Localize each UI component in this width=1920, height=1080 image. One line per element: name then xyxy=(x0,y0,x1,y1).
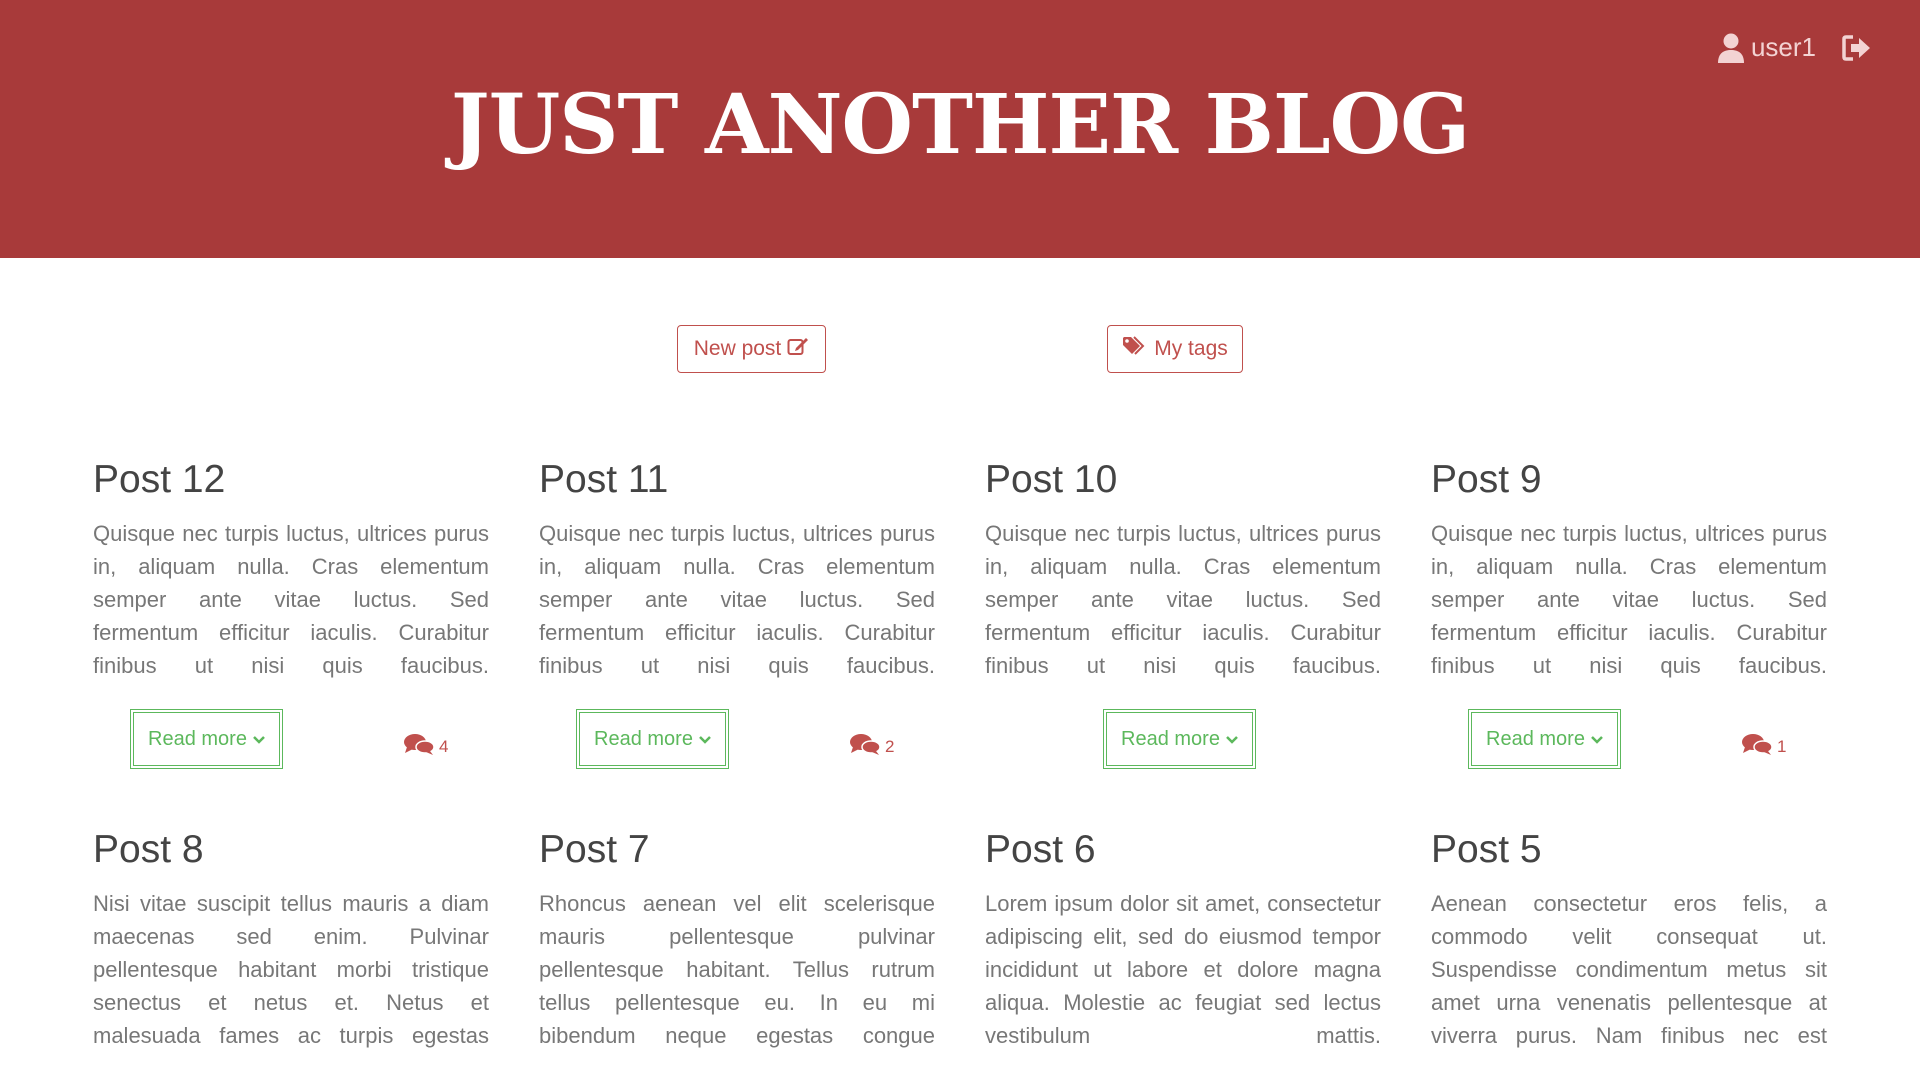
site-header: JUST ANOTHER BLOG user1 xyxy=(0,0,1920,258)
post-excerpt: Quisque nec turpis luctus, ultrices puru… xyxy=(93,521,489,678)
comments-icon xyxy=(403,732,435,761)
comments-link[interactable]: 4 xyxy=(403,732,448,761)
post-excerpt: Quisque nec turpis luctus, ultrices puru… xyxy=(539,521,935,678)
post-title[interactable]: Post 7 xyxy=(539,830,935,869)
post-card: Post 11 Quisque nec turpis luctus, ultri… xyxy=(539,460,935,772)
post-title[interactable]: Post 10 xyxy=(985,460,1381,499)
edit-icon xyxy=(787,336,809,362)
post-card: Post 12 Quisque nec turpis luctus, ultri… xyxy=(93,460,489,772)
post-title[interactable]: Post 9 xyxy=(1431,460,1827,499)
logout-icon[interactable] xyxy=(1842,34,1872,62)
my-tags-label: My tags xyxy=(1154,337,1228,360)
post-card: Post 9 Quisque nec turpis luctus, ultric… xyxy=(1431,460,1827,772)
post-footer: Read more 1 xyxy=(1431,709,1827,772)
new-post-label: New post xyxy=(693,337,782,360)
post-title[interactable]: Post 8 xyxy=(93,830,489,869)
post-title[interactable]: Post 11 xyxy=(539,460,935,499)
post-footer: Read more 2 xyxy=(539,709,935,772)
read-more-button[interactable]: Read more xyxy=(130,709,283,769)
post-card: Post 8 Nisi vitae suscipit tellus mauris… xyxy=(93,830,489,1052)
chevron-down-icon xyxy=(1226,728,1238,751)
read-more-label: Read more xyxy=(594,727,693,750)
read-more-button[interactable]: Read more xyxy=(1468,709,1621,769)
chevron-down-icon xyxy=(699,728,711,751)
comment-count: 2 xyxy=(885,736,895,756)
chevron-down-icon xyxy=(1591,728,1603,751)
post-title[interactable]: Post 5 xyxy=(1431,830,1827,869)
post-card: Post 10 Quisque nec turpis luctus, ultri… xyxy=(985,460,1381,772)
username-link[interactable]: user1 xyxy=(1751,32,1816,63)
user-icon[interactable] xyxy=(1717,33,1745,63)
comments-link[interactable]: 1 xyxy=(1741,732,1786,761)
post-excerpt: Aenean consectetur eros felis, a commodo… xyxy=(1431,891,1827,1048)
new-post-button[interactable]: New post xyxy=(677,325,826,373)
post-card: Post 6 Lorem ipsum dolor sit amet, conse… xyxy=(985,830,1381,1052)
post-title[interactable]: Post 12 xyxy=(93,460,489,499)
post-title[interactable]: Post 6 xyxy=(985,830,1381,869)
post-footer: Read more 4 xyxy=(93,709,489,772)
read-more-button[interactable]: Read more xyxy=(1103,709,1256,769)
post-excerpt: Lorem ipsum dolor sit amet, consectetur … xyxy=(985,891,1381,1048)
blog-title: JUST ANOTHER BLOG xyxy=(450,77,1470,173)
post-excerpt: Quisque nec turpis luctus, ultrices puru… xyxy=(985,521,1381,678)
post-excerpt: Quisque nec turpis luctus, ultrices puru… xyxy=(1431,521,1827,678)
post-footer: Read more xyxy=(985,709,1381,772)
post-card: Post 5 Aenean consectetur eros felis, a … xyxy=(1431,830,1827,1052)
comments-icon xyxy=(849,732,881,761)
comments-link[interactable]: 2 xyxy=(849,732,894,761)
comment-count: 1 xyxy=(1777,736,1787,756)
read-more-label: Read more xyxy=(1121,727,1220,750)
my-tags-button[interactable]: My tags xyxy=(1107,325,1243,373)
post-card: Post 7 Rhoncus aenean vel elit scelerisq… xyxy=(539,830,935,1052)
post-excerpt: Nisi vitae suscipit tellus mauris a diam… xyxy=(93,891,489,1048)
post-excerpt: Rhoncus aenean vel elit scelerisque maur… xyxy=(539,891,935,1048)
read-more-label: Read more xyxy=(1486,727,1585,750)
comment-count: 4 xyxy=(439,736,449,756)
user-area: user1 xyxy=(1717,32,1872,63)
read-more-label: Read more xyxy=(148,727,247,750)
tags-icon xyxy=(1122,336,1148,362)
action-bar: New post My tags xyxy=(0,325,1920,373)
read-more-button[interactable]: Read more xyxy=(576,709,729,769)
comments-icon xyxy=(1741,732,1773,761)
chevron-down-icon xyxy=(253,728,265,751)
